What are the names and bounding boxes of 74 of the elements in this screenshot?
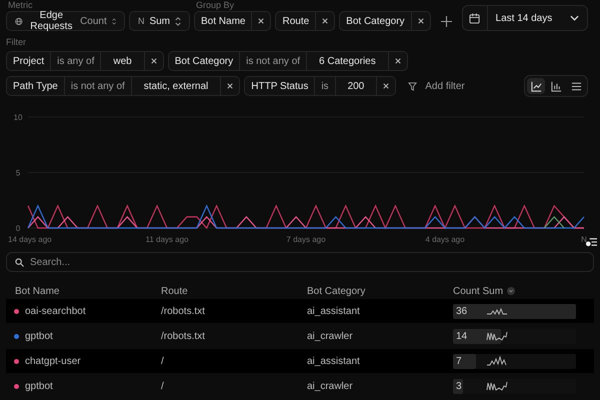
column-header[interactable]: Bot Name xyxy=(15,286,161,296)
table-cell: gptbot xyxy=(25,380,53,392)
sort-icon xyxy=(507,287,516,295)
sparkline xyxy=(486,381,508,391)
table-cell: ai_assistant xyxy=(307,306,360,316)
bar-chart-icon xyxy=(550,80,562,92)
axis-label: 11 days ago xyxy=(146,235,188,244)
table-cell: /robots.txt xyxy=(161,306,205,316)
close-icon xyxy=(322,18,328,24)
axis-label: 5 xyxy=(16,168,20,178)
filter-operator[interactable]: is not any of xyxy=(64,77,132,95)
axis-label: N xyxy=(581,235,587,244)
table-cell: /robots.txt xyxy=(161,330,205,342)
table-cell: gptbot xyxy=(25,330,53,342)
table-cell-text: 14 xyxy=(455,330,468,342)
aggregation-select[interactable]: N Sum xyxy=(128,11,190,31)
filter-operator[interactable]: is any of xyxy=(51,52,102,70)
column-header[interactable]: Bot Category xyxy=(307,286,453,296)
close-icon xyxy=(258,18,264,24)
calendar-icon xyxy=(469,12,480,24)
table-cell-text: 3 xyxy=(455,380,463,392)
search-field[interactable]: Search... xyxy=(6,252,594,272)
legend-toggle-icon[interactable] xyxy=(586,237,597,247)
table-cell: ai_crawler xyxy=(307,330,353,342)
close-icon xyxy=(227,83,234,89)
column-header[interactable]: Count Sum xyxy=(453,286,585,296)
table-cell: ai_crawler xyxy=(307,380,353,392)
filter-value[interactable]: web xyxy=(101,52,145,70)
add-filter-button[interactable]: Add filter xyxy=(400,80,473,92)
list-icon xyxy=(570,80,582,92)
table-cell: / xyxy=(161,356,164,366)
group-field: Bot Name xyxy=(195,12,252,30)
globe-icon xyxy=(15,16,23,26)
filter-field[interactable]: Project xyxy=(7,52,52,70)
table-cell-text: 7 xyxy=(455,356,463,366)
sparkline xyxy=(486,306,508,316)
search-icon xyxy=(15,258,24,267)
filter-operator[interactable]: is xyxy=(315,77,336,95)
chevron-updown-icon xyxy=(112,16,116,26)
filter-operator[interactable]: is not any of xyxy=(240,52,308,70)
table-cell: / xyxy=(161,380,164,392)
group-field: Bot Category xyxy=(340,12,412,30)
filter-icon xyxy=(408,82,418,90)
close-icon xyxy=(150,58,157,64)
table-cell: ai_assistant xyxy=(307,356,360,366)
view-mode-button[interactable] xyxy=(527,78,545,94)
filter-field[interactable]: HTTP Status xyxy=(245,77,316,95)
table-cell: oai-searchbot xyxy=(25,306,86,316)
chevron-down-icon xyxy=(570,15,579,21)
filter-field[interactable]: Bot Category xyxy=(168,52,240,70)
axis-label: 7 days ago xyxy=(286,235,326,244)
axis-label: 10 xyxy=(14,113,22,122)
date-range-select[interactable]: Last 14 days xyxy=(462,5,588,31)
filter-label: Filter xyxy=(6,37,27,47)
group-by-label: Group By xyxy=(195,0,236,10)
close-icon xyxy=(418,18,424,24)
filter-value[interactable]: static, external xyxy=(132,77,222,95)
filter-value[interactable]: 200 xyxy=(336,77,378,95)
close-icon xyxy=(394,58,401,64)
line-chart-icon xyxy=(530,80,542,92)
close-icon xyxy=(383,83,390,89)
axis-label: 14 days ago xyxy=(8,235,52,244)
column-header[interactable]: Route xyxy=(161,286,307,296)
filter-value[interactable]: 6 Categories xyxy=(307,52,389,70)
chevron-updown-icon xyxy=(175,16,181,26)
sparkline xyxy=(486,356,508,366)
group-field: Route xyxy=(276,12,316,30)
sparkline xyxy=(486,331,508,341)
axis-label: 0 xyxy=(16,224,20,233)
table-cell-text: 36 xyxy=(455,306,468,316)
axis-label: 4 days ago xyxy=(425,235,465,244)
filter-field[interactable]: Path Type xyxy=(7,77,65,95)
table-cell: chatgpt-user xyxy=(25,356,81,366)
metric-label: Metric xyxy=(7,0,34,10)
